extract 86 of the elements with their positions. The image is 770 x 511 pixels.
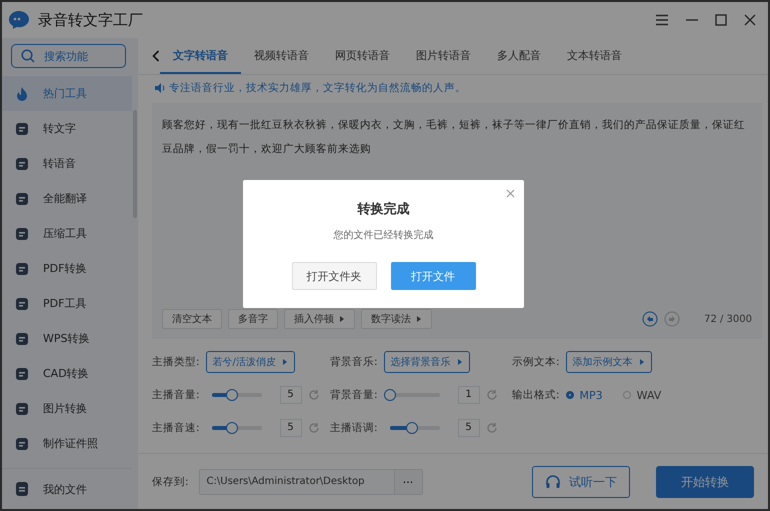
app-tile-icon	[15, 190, 29, 206]
setting-label: 背景音乐:	[330, 355, 378, 369]
setting-label: 主播类型:	[152, 355, 200, 369]
flame-icon	[15, 86, 29, 102]
setting-label: 主播音量:	[152, 388, 200, 402]
sidebar-item[interactable]: 我的文件	[2, 468, 132, 509]
open-folder-button[interactable]: 打开文件夹	[292, 262, 376, 290]
tab[interactable]: 图片转语音	[403, 38, 484, 74]
sidebar-item[interactable]: 转文字	[2, 111, 132, 146]
reset-icon[interactable]	[308, 422, 320, 434]
value-field[interactable]: 5	[280, 419, 302, 437]
close-icon[interactable]	[506, 189, 515, 198]
setting-label: 背景音量:	[330, 388, 378, 402]
tab[interactable]: 文字转语音	[160, 38, 241, 74]
sidebar-item[interactable]: 压缩工具	[2, 216, 132, 251]
slider-thumb[interactable]	[384, 389, 396, 401]
picker-button[interactable]: 添加示例文本	[566, 351, 652, 373]
app-tile-icon	[15, 366, 29, 382]
app-tile-icon	[15, 330, 29, 346]
save-label: 保存到:	[152, 475, 189, 489]
toolbar-button[interactable]: 清空文本	[162, 309, 222, 329]
preview-button[interactable]: 试听一下	[532, 466, 630, 498]
speaker-icon	[154, 82, 166, 94]
open-file-button[interactable]: 打开文件	[390, 262, 476, 290]
close-icon[interactable]	[744, 14, 756, 26]
sidebar-item[interactable]: 制作证件照	[2, 426, 132, 461]
sidebar-item[interactable]: PDF工具	[2, 286, 132, 321]
picker-button[interactable]: 若兮/活泼俏皮	[206, 351, 295, 373]
sidebar-item[interactable]: 图片转换	[2, 391, 132, 426]
sidebar-item[interactable]: 转语音	[2, 146, 132, 181]
search-icon	[21, 49, 35, 63]
radio-option[interactable]: MP3	[566, 388, 603, 402]
app-tile-icon	[15, 436, 29, 452]
caret-icon	[416, 315, 422, 323]
search-field[interactable]: 搜索功能	[11, 44, 126, 68]
value-field[interactable]: 5	[458, 419, 480, 437]
sidebar-item[interactable]: WPS转换	[2, 321, 132, 356]
toolbar-button[interactable]: 插入停顿	[284, 309, 355, 329]
reset-icon[interactable]	[308, 389, 320, 401]
caret-icon	[638, 358, 645, 366]
redo-icon[interactable]	[664, 311, 680, 327]
app-tile-icon	[15, 296, 29, 312]
app-tile-icon	[15, 400, 29, 416]
app-tile-icon	[15, 226, 29, 242]
editor-text: 顾客您好，现有一批红豆秋衣秋裤，保暖内衣，文胸，毛裤，短裤，袜子等一律厂价直销，我们的产品保证质量，保证红豆品牌，假一罚十，欢迎广大顾客前来选购	[162, 118, 746, 157]
window-title: 录音转文字工厂	[38, 10, 143, 30]
tab[interactable]: 多人配音	[484, 38, 554, 74]
sidebar-item[interactable]: CAD转换	[2, 356, 132, 391]
picker-button[interactable]: 选择背景音乐	[384, 351, 470, 373]
tab[interactable]: 文本转语音	[554, 38, 635, 74]
app-tile-icon	[15, 120, 29, 136]
caret-icon	[282, 358, 288, 366]
setting-label: 主播语调:	[330, 421, 378, 435]
sidebar-item[interactable]: PDF转换	[2, 251, 132, 286]
caret-icon	[456, 358, 463, 366]
undo-icon[interactable]	[642, 311, 658, 327]
reset-icon[interactable]	[486, 389, 498, 401]
dialog-message: 您的文件已经转换完成	[334, 228, 434, 242]
slider-thumb[interactable]	[226, 422, 238, 434]
setting-label: 输出格式:	[512, 388, 560, 402]
slider-thumb[interactable]	[406, 422, 418, 434]
tab[interactable]: 视频转语音	[241, 38, 322, 74]
app-tile-icon	[15, 260, 29, 276]
setting-label: 主播音速:	[152, 421, 200, 435]
reset-icon[interactable]	[486, 422, 498, 434]
app-tile-icon	[15, 156, 29, 172]
document-icon	[15, 481, 29, 497]
maximize-icon[interactable]	[715, 14, 727, 26]
radio-option[interactable]: WAV	[622, 388, 662, 402]
character-count: 72 / 3000	[704, 314, 752, 324]
dialog-title: 转换完成	[358, 200, 410, 218]
toolbar-button[interactable]: 多音字	[228, 309, 278, 329]
slider-thumb[interactable]	[226, 389, 238, 401]
chat-bubble-icon	[8, 10, 30, 30]
sidebar-item[interactable]: 全能翻译	[2, 181, 132, 216]
headphones-icon	[545, 474, 561, 490]
start-button[interactable]: 开始转换	[656, 466, 754, 498]
value-field[interactable]: 5	[280, 386, 302, 404]
caret-icon	[339, 315, 345, 323]
tab[interactable]: 网页转语音	[322, 38, 403, 74]
menu-icon[interactable]	[655, 14, 669, 26]
setting-label: 示例文本:	[512, 355, 560, 369]
toolbar-button[interactable]: 数字读法	[361, 309, 432, 329]
notice-text: 专注语音行业，技术实力雄厚，文字转化为自然流畅的人声。	[169, 81, 466, 95]
value-field[interactable]: 1	[458, 386, 480, 404]
back-chevron-icon[interactable]	[152, 50, 160, 62]
